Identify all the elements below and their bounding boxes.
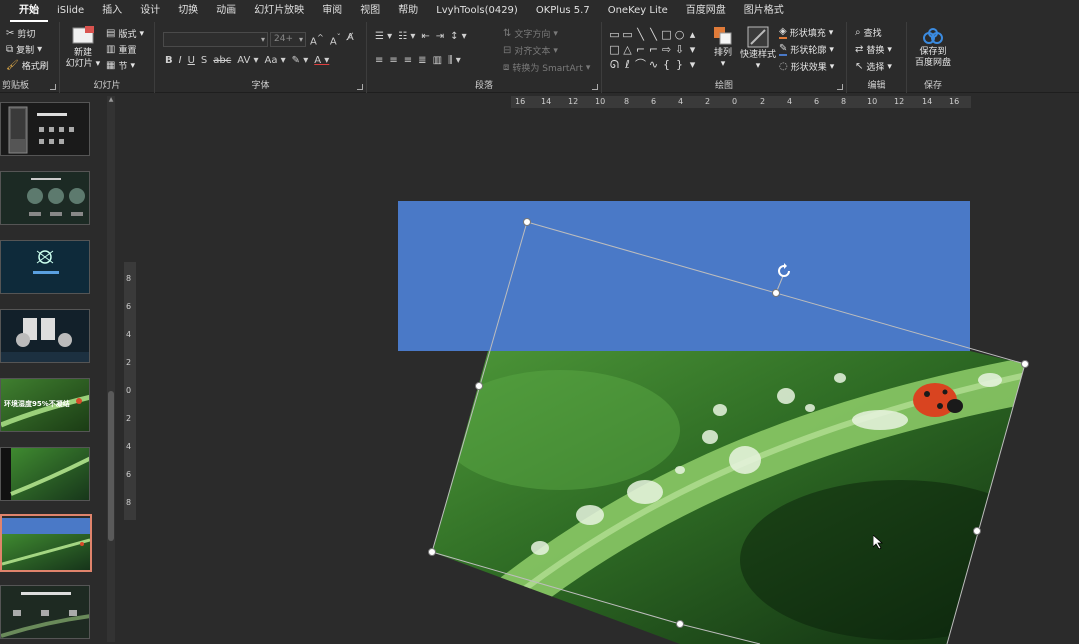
- leaf-picture[interactable]: [420, 340, 1060, 644]
- resize-handle-top[interactable]: [772, 289, 780, 297]
- powerpoint-window: 开始 iSlide 插入 设计 切换 动画 幻灯片放映 审阅 视图 帮助 Lvy…: [0, 0, 1079, 644]
- resize-handle-top-right[interactable]: [1021, 360, 1029, 368]
- rotated-picture-layer: [420, 221, 1060, 644]
- resize-handle-left[interactable]: [475, 382, 483, 390]
- resize-handle-top-left[interactable]: [523, 218, 531, 226]
- resize-handle-bottom-left[interactable]: [428, 548, 436, 556]
- mouse-pointer-icon: [873, 535, 883, 549]
- resize-handle-right[interactable]: [973, 527, 981, 535]
- rotate-handle-icon[interactable]: [775, 262, 793, 280]
- resize-handle-bottom[interactable]: [676, 620, 684, 628]
